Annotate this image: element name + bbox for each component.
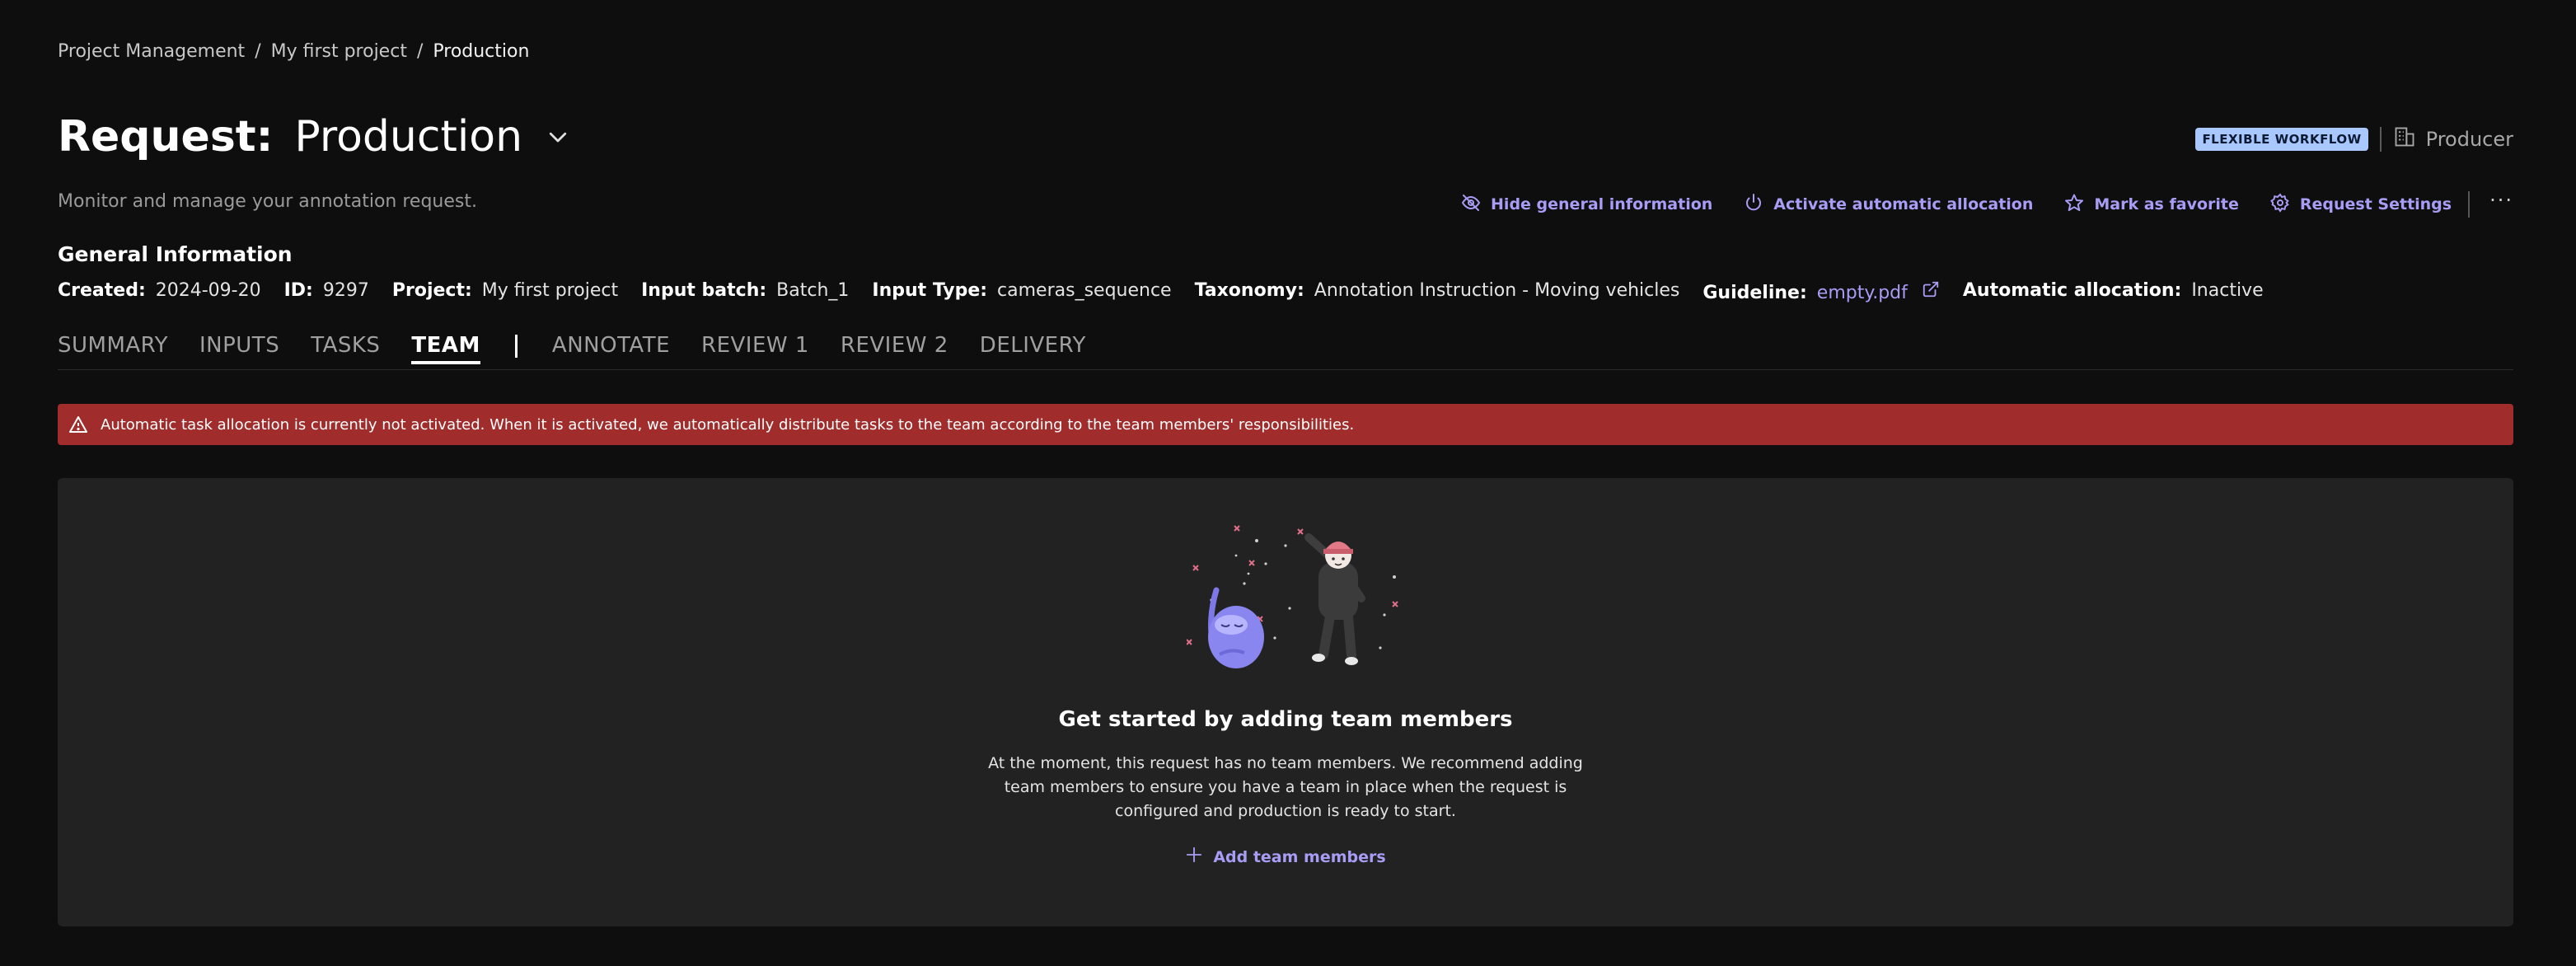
hide-general-info-label: Hide general information (1491, 195, 1713, 213)
tab-delivery[interactable]: DELIVERY (980, 333, 1086, 358)
breadcrumb-project-management[interactable]: Project Management (58, 41, 245, 62)
request-settings-button[interactable]: Request Settings (2269, 192, 2452, 217)
external-link-icon[interactable] (1922, 281, 1940, 303)
chevron-down-icon[interactable] (544, 123, 572, 151)
breadcrumb-my-first-project[interactable]: My first project (271, 41, 407, 62)
tab-review-1[interactable]: REVIEW 1 (701, 333, 809, 358)
tab-inputs[interactable]: INPUTS (199, 333, 279, 358)
role-indicator: Producer (2393, 125, 2513, 153)
tab-team[interactable]: TEAM (411, 333, 480, 364)
info-id: ID: 9297 (284, 280, 369, 303)
info-value: Batch_1 (776, 280, 850, 301)
tab-annotate[interactable]: ANNOTATE (552, 333, 670, 358)
activate-allocation-button[interactable]: Activate automatic allocation (1744, 193, 2033, 217)
hide-general-info-button[interactable]: Hide general information (1461, 193, 1712, 217)
info-project: Project: My first project (392, 280, 618, 303)
tab-bar: SUMMARY INPUTS TASKS TEAM ANNOTATE REVIE… (58, 333, 2513, 370)
info-taxonomy: Taxonomy: Annotation Instruction - Moving… (1195, 280, 1680, 303)
info-label: Automatic allocation: (1962, 280, 2182, 301)
info-created: Created: 2024-09-20 (58, 280, 261, 303)
info-label: Created: (58, 280, 146, 301)
tab-divider (514, 335, 518, 358)
title-prefix: Request: (58, 112, 274, 162)
divider (2468, 191, 2471, 218)
info-value: My first project (481, 280, 619, 301)
info-input-batch: Input batch: Batch_1 (641, 280, 849, 303)
info-value: cameras_sequence (997, 280, 1172, 301)
info-label: Guideline: (1703, 283, 1807, 303)
info-value: Annotation Instruction - Moving vehicles (1314, 280, 1680, 301)
add-team-members-label: Add team members (1213, 847, 1386, 866)
info-label: Input Type: (872, 280, 988, 301)
role-label: Producer (2425, 128, 2513, 151)
star-icon (2064, 193, 2084, 217)
breadcrumb-separator: / (255, 41, 261, 62)
info-label: Project: (391, 280, 472, 301)
info-label: Taxonomy: (1194, 280, 1304, 301)
empty-state-description: At the moment, this request has no team … (988, 754, 1583, 820)
tab-review-2[interactable]: REVIEW 2 (841, 333, 948, 358)
empty-state-title: Get started by adding team members (1058, 707, 1513, 732)
plus-icon (1185, 846, 1203, 868)
tab-summary[interactable]: SUMMARY (58, 333, 168, 358)
mark-favorite-button[interactable]: Mark as favorite (2064, 193, 2239, 217)
breadcrumb: Project Management / My first project / … (58, 41, 529, 62)
action-bar: Hide general information Activate automa… (1461, 189, 2513, 218)
guideline-link[interactable]: empty.pdf (1817, 283, 1908, 303)
info-input-type: Input Type: cameras_sequence (872, 280, 1171, 303)
tab-tasks[interactable]: TASKS (311, 333, 380, 358)
info-automatic-allocation: Automatic allocation: Inactive (1963, 280, 2264, 303)
info-value: Inactive (2191, 280, 2264, 301)
workflow-badge: FLEXIBLE WORKFLOW (2195, 128, 2368, 151)
header-meta: FLEXIBLE WORKFLOW Producer (2195, 125, 2513, 153)
info-guideline: Guideline: empty.pdf (1703, 280, 1940, 303)
add-team-members-button[interactable]: Add team members (58, 846, 2513, 868)
building-icon (2393, 125, 2416, 153)
request-name: Production (294, 112, 523, 162)
activate-allocation-label: Activate automatic allocation (1773, 195, 2034, 213)
general-info-row: Created: 2024-09-20 ID: 9297 Project: My fi… (58, 280, 2264, 303)
allocation-alert: Automatic task allocation is currently n… (58, 404, 2513, 445)
alert-message: Automatic task allocation is currently n… (101, 415, 1355, 434)
info-label: ID: (283, 280, 313, 301)
mark-favorite-label: Mark as favorite (2094, 195, 2239, 213)
general-info-title: General Information (58, 242, 293, 266)
divider (2379, 127, 2382, 152)
breadcrumb-current: Production (433, 41, 530, 62)
empty-state-illustration (1186, 524, 1409, 681)
more-options-icon[interactable]: ··· (2489, 189, 2513, 212)
eye-off-icon (1461, 193, 1481, 217)
breadcrumb-separator: / (416, 41, 424, 62)
empty-state-panel: Get started by adding team members At th… (58, 478, 2513, 926)
warning-icon (68, 414, 89, 435)
info-label: Input batch: (641, 280, 767, 301)
request-settings-label: Request Settings (2299, 195, 2452, 213)
page-subtitle: Monitor and manage your annotation reque… (58, 191, 477, 212)
info-value: 9297 (322, 280, 369, 301)
gear-icon (2269, 192, 2290, 217)
page-title: Request: Production (58, 112, 572, 162)
info-value: 2024-09-20 (155, 280, 261, 301)
power-icon (1744, 193, 1763, 217)
